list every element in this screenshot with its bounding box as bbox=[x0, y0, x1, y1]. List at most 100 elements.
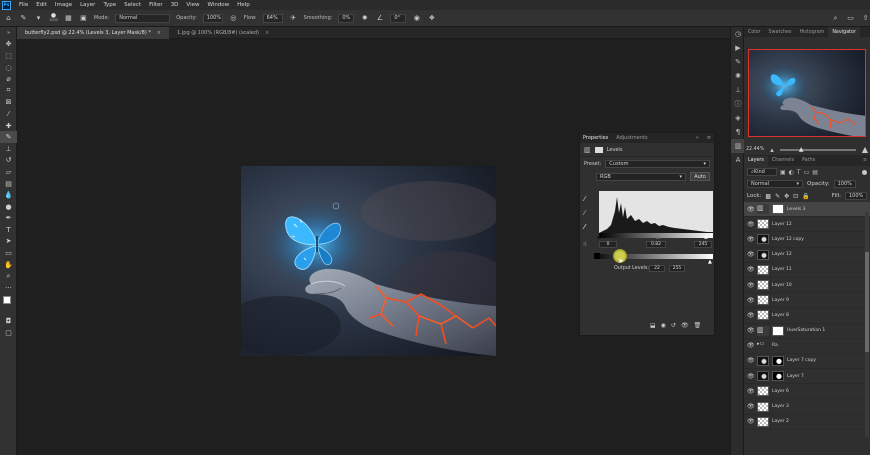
view-previous-icon[interactable]: ◉ bbox=[661, 322, 666, 329]
input-white-field[interactable]: 245 bbox=[694, 241, 712, 248]
zoom-slider[interactable]: ▲ bbox=[779, 146, 856, 153]
collapse-panel-icon[interactable]: » bbox=[696, 135, 699, 141]
brush-settings-panel-icon[interactable]: ✎ bbox=[731, 55, 745, 69]
screen-mode-icon[interactable]: ▢ bbox=[0, 327, 17, 339]
brushes-panel-icon[interactable]: ✺ bbox=[731, 69, 745, 83]
zoom-slider-handle[interactable]: ▲ bbox=[799, 146, 804, 153]
lock-position-icon[interactable]: ✥ bbox=[784, 193, 789, 200]
crop-tool-icon[interactable]: ⌗ bbox=[0, 85, 17, 97]
color-swatches[interactable] bbox=[0, 294, 17, 316]
search-icon[interactable]: ⌕ bbox=[831, 14, 840, 23]
shape-tool-icon[interactable]: ▭ bbox=[0, 247, 17, 259]
input-gamma-field[interactable]: 0.82 bbox=[646, 241, 666, 248]
tab-butterfly2[interactable]: butterfly2.psd @ 22.4% (Levels 3, Layer … bbox=[17, 27, 170, 39]
menu-image[interactable]: Image bbox=[51, 2, 76, 8]
quick-mask-icon[interactable]: ◘ bbox=[0, 316, 17, 328]
clip-to-layer-icon[interactable]: ⬓ bbox=[650, 322, 656, 329]
menu-window[interactable]: Window bbox=[203, 2, 233, 8]
layer-row[interactable]: 👁 Layer 6 bbox=[744, 384, 870, 400]
gradient-tool-icon[interactable]: ▤ bbox=[0, 178, 17, 190]
layer-row[interactable]: 👁 ▥ Levels 3 bbox=[744, 202, 870, 218]
lock-all-icon[interactable]: 🔒 bbox=[802, 193, 809, 200]
glyphs-panel-icon[interactable]: A bbox=[731, 153, 745, 167]
filter-type-icon[interactable]: T bbox=[797, 169, 801, 176]
channel-select[interactable]: RGB ▾ bbox=[596, 172, 686, 181]
brush-settings-icon[interactable]: ▦ bbox=[64, 14, 73, 23]
layer-mask-thumbnail[interactable] bbox=[772, 325, 784, 336]
filter-kind-select[interactable]: ⌕ Kind bbox=[747, 168, 777, 176]
filter-pixel-icon[interactable]: ▣ bbox=[780, 169, 786, 176]
tab-swatches[interactable]: Swatches bbox=[765, 27, 796, 37]
lock-transparency-icon[interactable]: ▩ bbox=[765, 193, 771, 200]
healing-brush-tool-icon[interactable]: ✚ bbox=[0, 120, 17, 132]
opacity-input[interactable]: 100% bbox=[202, 13, 223, 23]
blur-tool-icon[interactable]: 💧 bbox=[0, 189, 17, 201]
white-point-eyedropper-icon[interactable]: ⁄ bbox=[584, 223, 594, 231]
layer-mask-thumbnail[interactable] bbox=[772, 371, 784, 382]
tab-paths[interactable]: Paths bbox=[798, 156, 819, 166]
brush-tool-icon[interactable]: ✎ bbox=[19, 14, 28, 23]
symmetry-icon[interactable]: ❖ bbox=[427, 14, 436, 23]
pen-tool-icon[interactable]: ✒ bbox=[0, 213, 17, 225]
black-point-eyedropper-icon[interactable]: ⁄ bbox=[584, 195, 594, 203]
3d-panel-icon[interactable]: ◈ bbox=[731, 111, 745, 125]
flow-input[interactable]: 64% bbox=[262, 13, 283, 23]
zoom-tool-icon[interactable]: ⌕ bbox=[0, 270, 17, 282]
eyedropper-tool-icon[interactable]: ⁄ bbox=[0, 108, 17, 120]
zoom-out-icon[interactable]: ▴ bbox=[770, 146, 774, 154]
history-brush-tool-icon[interactable]: ↺ bbox=[0, 155, 17, 167]
mode-select[interactable]: Normal bbox=[115, 13, 171, 23]
input-black-slider[interactable]: ▲ bbox=[597, 234, 601, 240]
output-white-slider[interactable]: ▲ bbox=[708, 259, 712, 265]
close-icon[interactable]: × bbox=[157, 30, 161, 36]
blend-mode-select[interactable]: Normal ▾ bbox=[747, 180, 803, 188]
dodge-tool-icon[interactable]: ● bbox=[0, 201, 17, 213]
preset-select[interactable]: Custom ▾ bbox=[605, 159, 710, 168]
visibility-eye-icon[interactable]: 👁 bbox=[747, 251, 755, 258]
navigator-preview[interactable] bbox=[748, 49, 866, 137]
panel-menu-icon[interactable]: ≡ bbox=[863, 158, 870, 163]
tab-adjustments[interactable]: Adjustments bbox=[616, 135, 647, 141]
tab-properties[interactable]: Properties bbox=[583, 135, 608, 141]
eraser-tool-icon[interactable]: ▱ bbox=[0, 166, 17, 178]
visibility-eye-icon[interactable]: 👁 bbox=[747, 282, 755, 289]
tab-histogram[interactable]: Histogram bbox=[795, 27, 828, 37]
filter-adjustment-icon[interactable]: ◐ bbox=[789, 169, 794, 176]
home-icon[interactable]: ⌂ bbox=[4, 14, 13, 23]
layer-opacity-input[interactable]: 100% bbox=[833, 180, 856, 188]
visibility-eye-icon[interactable]: 👁 bbox=[747, 403, 755, 410]
frame-tool-icon[interactable]: ⊠ bbox=[0, 97, 17, 109]
layer-row[interactable]: 👁 Layer 3 bbox=[744, 399, 870, 415]
menu-filter[interactable]: Filter bbox=[145, 2, 167, 8]
tab-color[interactable]: Color bbox=[744, 27, 765, 37]
brush-tool-icon[interactable]: ✎ bbox=[0, 131, 17, 143]
layers-scrollbar[interactable] bbox=[865, 212, 869, 437]
layers-scrollbar-thumb[interactable] bbox=[865, 252, 869, 352]
tab-navigator[interactable]: Navigator bbox=[828, 27, 860, 37]
menu-3d[interactable]: 3D bbox=[167, 2, 183, 8]
menu-help[interactable]: Help bbox=[233, 2, 254, 8]
levels-panel-icon[interactable]: ▥ bbox=[731, 139, 745, 153]
reset-icon[interactable]: ↺ bbox=[671, 322, 676, 329]
share-icon[interactable]: ⇪ bbox=[861, 14, 870, 23]
brush-panel-icon[interactable]: ▣ bbox=[79, 14, 88, 23]
history-panel-icon[interactable]: ◷ bbox=[731, 27, 745, 41]
visibility-eye-icon[interactable]: 👁 bbox=[747, 418, 755, 425]
input-white-slider[interactable]: ▲ bbox=[704, 234, 708, 240]
foreground-color-swatch[interactable] bbox=[3, 295, 11, 304]
menu-view[interactable]: View bbox=[182, 2, 203, 8]
gray-point-eyedropper-icon[interactable]: ⁄ bbox=[584, 209, 594, 217]
menu-edit[interactable]: Edit bbox=[32, 2, 51, 8]
zoom-level[interactable]: 22.44% bbox=[746, 147, 764, 152]
actions-panel-icon[interactable]: ▶ bbox=[731, 41, 745, 55]
visibility-eye-icon[interactable]: 👁 bbox=[747, 357, 755, 364]
visibility-eye-icon[interactable]: 👁 bbox=[747, 312, 755, 319]
layer-row[interactable]: 👁 Layer 12 copy bbox=[744, 232, 870, 248]
layer-row[interactable]: 👁 ▥ Hue/Saturation 1 bbox=[744, 324, 870, 339]
chevron-down-icon[interactable]: ▾ bbox=[34, 14, 43, 23]
layer-row[interactable]: 👁 ▸▭ Ra bbox=[744, 339, 870, 354]
workspace-icon[interactable]: ▭ bbox=[846, 14, 855, 23]
lock-pixels-icon[interactable]: ✎ bbox=[775, 193, 780, 200]
angle-input[interactable]: 0° bbox=[390, 13, 407, 23]
visibility-eye-icon[interactable]: 👁 bbox=[747, 342, 755, 349]
